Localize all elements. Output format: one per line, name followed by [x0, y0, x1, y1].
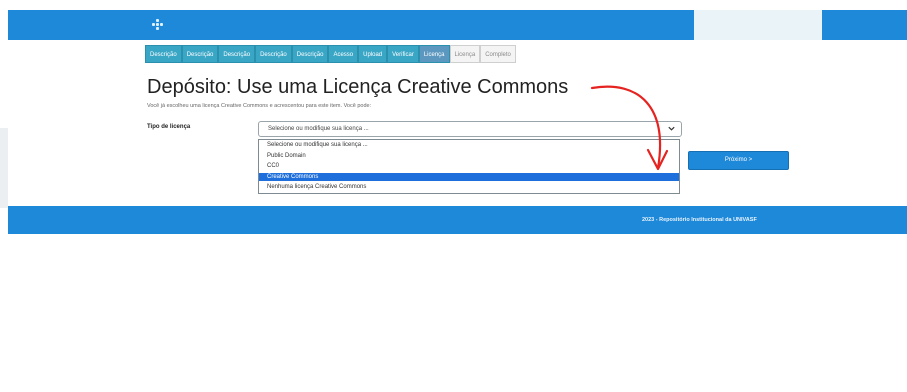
submission-steps: Descrição Descrição Descrição Descrição …	[145, 45, 516, 63]
page-footer: 2023 - Repositório Institucional da UNIV…	[8, 206, 907, 234]
license-option-public-domain[interactable]: Public Domain	[259, 152, 679, 160]
license-option-no-cc[interactable]: Nenhuma licença Creative Commons	[259, 183, 679, 191]
step-upload[interactable]: Upload	[358, 45, 388, 63]
license-option-select[interactable]: Selecione ou modifique sua licença ...	[259, 141, 679, 149]
step-descricao-1[interactable]: Descrição	[145, 45, 182, 63]
next-button[interactable]: Próximo >	[688, 151, 789, 170]
navbar-search-area[interactable]	[694, 10, 822, 40]
license-type-label: Tipo de licença	[147, 124, 191, 130]
footer-text: 2023 - Repositório Institucional da UNIV…	[642, 217, 757, 223]
page-title: Depósito: Use uma Licença Creative Commo…	[147, 76, 569, 98]
license-select-value: Selecione ou modifique sua licença ...	[268, 126, 369, 132]
step-descricao-2[interactable]: Descrição	[181, 45, 219, 63]
page-edge-shadow	[0, 128, 8, 208]
page-subtitle: Você já escolheu uma licença Creative Co…	[147, 103, 372, 109]
chevron-down-icon	[668, 126, 675, 131]
license-option-cc0[interactable]: CC0	[259, 162, 679, 170]
top-navbar	[8, 10, 907, 40]
repository-logo-icon[interactable]	[152, 19, 163, 30]
license-option-creative-commons[interactable]: Creative Commons	[259, 173, 679, 181]
license-options-list: Selecione ou modifique sua licença ... P…	[258, 139, 680, 194]
step-licenca-active[interactable]: Licença	[418, 45, 450, 63]
step-descricao-3[interactable]: Descrição	[218, 45, 256, 63]
step-licenca: Licença	[449, 45, 481, 63]
step-descricao-5[interactable]: Descrição	[291, 45, 329, 63]
step-completo: Completo	[480, 45, 516, 63]
step-acesso[interactable]: Acesso	[328, 45, 359, 63]
license-type-select[interactable]: Selecione ou modifique sua licença ...	[258, 121, 682, 137]
step-verificar[interactable]: Verificar	[387, 45, 419, 63]
step-descricao-4[interactable]: Descrição	[255, 45, 292, 63]
